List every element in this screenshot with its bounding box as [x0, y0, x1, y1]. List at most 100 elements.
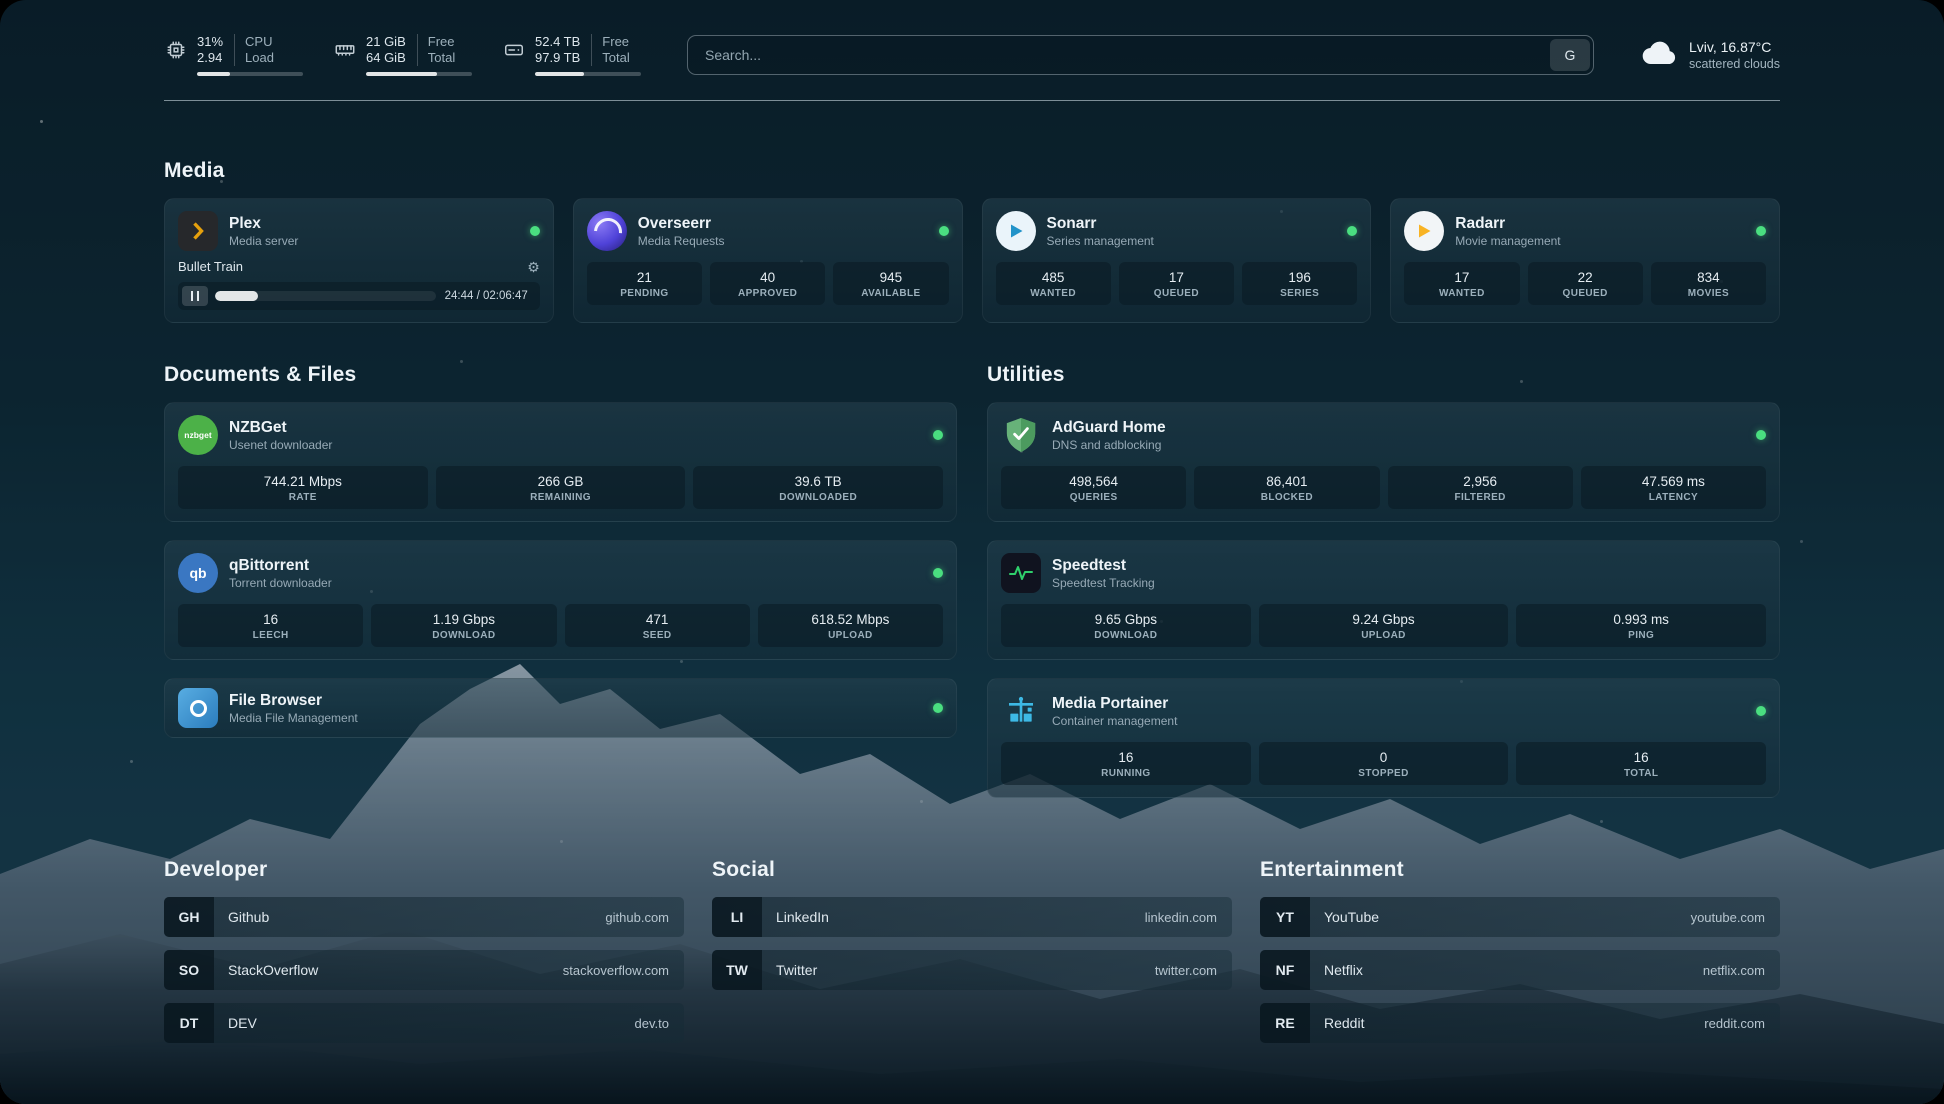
bookmark-dev[interactable]: DT DEV dev.to [164, 1003, 684, 1043]
service-card-adguard[interactable]: AdGuard Home DNS and adblocking 498,564 … [987, 402, 1780, 522]
search-box: G [687, 35, 1594, 75]
service-card-portainer[interactable]: Media Portainer Container management 16 … [987, 678, 1780, 798]
bookmark-group-developer: Developer GH Github github.com SO StackO… [164, 858, 684, 1043]
status-indicator [933, 430, 943, 440]
stackoverflow-abbr-icon: SO [164, 950, 214, 990]
disk-values: 52.4 TB 97.9 TB [535, 34, 580, 66]
adguard-icon [1001, 415, 1041, 455]
service-name: AdGuard Home [1052, 418, 1166, 437]
cpu-widget: 31% 2.94 CPU Load [164, 34, 303, 76]
bookmark-twitter[interactable]: TW Twitter twitter.com [712, 950, 1232, 990]
bookmark-linkedin[interactable]: LI LinkedIn linkedin.com [712, 897, 1232, 937]
qbittorrent-icon: qb [178, 553, 218, 593]
bookmark-title-social: Social [712, 858, 1232, 882]
stat-seed: 471 SEED [565, 604, 750, 647]
disk-usage-bar [535, 72, 641, 76]
service-name: qBittorrent [229, 556, 332, 575]
service-card-filebrowser[interactable]: File Browser Media File Management [164, 678, 957, 738]
pause-icon [191, 291, 199, 301]
stat-movies: 834 MOVIES [1651, 262, 1766, 305]
playback-time: 24:44 / 02:06:47 [443, 290, 536, 302]
status-indicator [933, 568, 943, 578]
status-indicator [1756, 226, 1766, 236]
netflix-abbr-icon: NF [1260, 950, 1310, 990]
service-desc: Torrent downloader [229, 575, 332, 591]
bookmark-github[interactable]: GH Github github.com [164, 897, 684, 937]
service-desc: Container management [1052, 713, 1177, 729]
plex-icon [178, 211, 218, 251]
stat-latency: 47.569 ms LATENCY [1581, 466, 1766, 509]
memory-usage-bar [366, 72, 472, 76]
service-card-radarr[interactable]: Radarr Movie management 17 WANTED 22 QUE… [1390, 198, 1780, 323]
search-input[interactable] [691, 47, 1550, 63]
bookmark-title-entertainment: Entertainment [1260, 858, 1780, 882]
dashboard-screen: 31% 2.94 CPU Load [0, 0, 1944, 1104]
search-provider-button[interactable]: G [1550, 39, 1590, 71]
disk-widget: 52.4 TB 97.9 TB Free Total [502, 34, 641, 76]
service-desc: Media File Management [229, 710, 358, 726]
stat-filtered: 2,956 FILTERED [1388, 466, 1573, 509]
service-card-qbittorrent[interactable]: qb qBittorrent Torrent downloader 16 [164, 540, 957, 660]
playback-progress-track[interactable] [215, 291, 436, 301]
stat-series: 196 SERIES [1242, 262, 1357, 305]
overseerr-icon [587, 211, 627, 251]
service-name: Speedtest [1052, 556, 1155, 575]
disk-icon [502, 38, 526, 62]
stat-stopped: 0 STOPPED [1259, 742, 1509, 785]
bookmark-youtube[interactable]: YT YouTube youtube.com [1260, 897, 1780, 937]
header-divider [164, 100, 1780, 101]
pause-button[interactable] [182, 286, 208, 306]
settings-gear-icon[interactable]: ⚙ [527, 260, 540, 274]
service-card-nzbget[interactable]: nzbget NZBGet Usenet downloader 744.21 M… [164, 402, 957, 522]
stat-download: 1.19 Gbps DOWNLOAD [371, 604, 556, 647]
memory-labels: Free Total [417, 34, 455, 66]
dev-abbr-icon: DT [164, 1003, 214, 1043]
status-indicator [939, 226, 949, 236]
disk-labels: Free Total [591, 34, 629, 66]
service-desc: Speedtest Tracking [1052, 575, 1155, 591]
stat-upload: 618.52 Mbps UPLOAD [758, 604, 943, 647]
weather-location: Lviv, 16.87°C [1689, 38, 1780, 56]
stat-queries: 498,564 QUERIES [1001, 466, 1186, 509]
bookmark-title-developer: Developer [164, 858, 684, 882]
service-card-overseerr[interactable]: Overseerr Media Requests 21 PENDING 40 A… [573, 198, 963, 323]
stat-upload: 9.24 Gbps UPLOAD [1259, 604, 1509, 647]
section-utilities: Utilities [987, 363, 1780, 798]
status-indicator [933, 703, 943, 713]
bookmark-stackoverflow[interactable]: SO StackOverflow stackoverflow.com [164, 950, 684, 990]
linkedin-abbr-icon: LI [712, 897, 762, 937]
service-desc: Media server [229, 233, 298, 249]
section-title-utilities: Utilities [987, 363, 1780, 387]
memory-icon [333, 38, 357, 62]
service-card-plex[interactable]: Plex Media server Bullet Train ⚙ [164, 198, 554, 323]
stat-available: 945 AVAILABLE [833, 262, 948, 305]
service-desc: Movie management [1455, 233, 1560, 249]
weather-widget: Lviv, 16.87°C scattered clouds [1640, 38, 1780, 73]
cpu-usage-bar [197, 72, 303, 76]
service-card-sonarr[interactable]: Sonarr Series management 485 WANTED 17 Q… [982, 198, 1372, 323]
bookmark-group-entertainment: Entertainment YT YouTube youtube.com NF … [1260, 858, 1780, 1043]
stat-download: 9.65 Gbps DOWNLOAD [1001, 604, 1251, 647]
github-abbr-icon: GH [164, 897, 214, 937]
resource-widgets: 31% 2.94 CPU Load [164, 34, 641, 76]
bookmark-reddit[interactable]: RE Reddit reddit.com [1260, 1003, 1780, 1043]
status-indicator [1347, 226, 1357, 236]
speedtest-icon [1001, 553, 1041, 593]
stat-total: 16 TOTAL [1516, 742, 1766, 785]
youtube-abbr-icon: YT [1260, 897, 1310, 937]
memory-widget: 21 GiB 64 GiB Free Total [333, 34, 472, 76]
bookmark-netflix[interactable]: NF Netflix netflix.com [1260, 950, 1780, 990]
section-media: Media Plex Media server [164, 159, 1780, 323]
service-card-speedtest[interactable]: Speedtest Speedtest Tracking 9.65 Gbps D… [987, 540, 1780, 660]
service-name: Overseerr [638, 214, 725, 233]
stat-downloaded: 39.6 TB DOWNLOADED [693, 466, 943, 509]
twitter-abbr-icon: TW [712, 950, 762, 990]
service-desc: Series management [1047, 233, 1154, 249]
cpu-labels: CPU Load [234, 34, 274, 66]
stat-ping: 0.993 ms PING [1516, 604, 1766, 647]
cpu-icon [164, 38, 188, 62]
service-desc: DNS and adblocking [1052, 437, 1166, 453]
stat-queued: 17 QUEUED [1119, 262, 1234, 305]
service-desc: Usenet downloader [229, 437, 332, 453]
portainer-icon [1001, 691, 1041, 731]
